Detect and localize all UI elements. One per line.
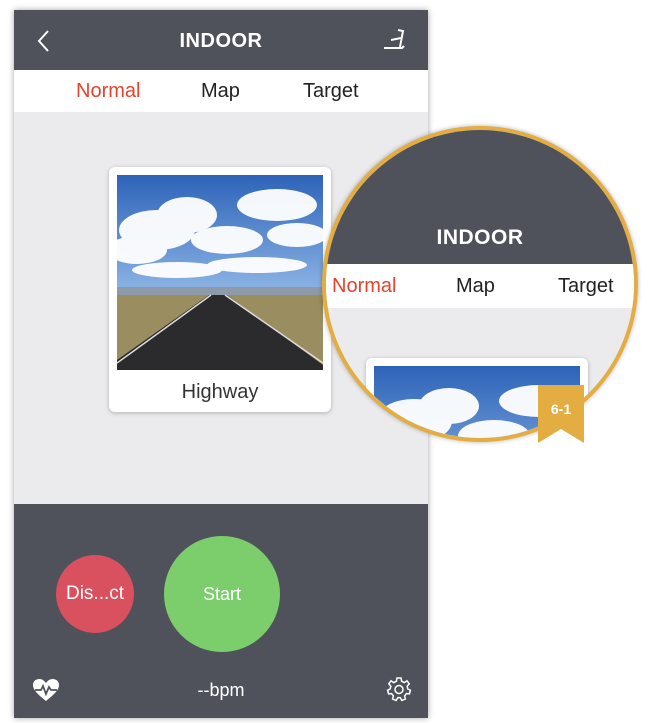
callout-tabs: Normal Map Target: [326, 264, 634, 308]
disconnect-button[interactable]: Dis...ct: [56, 555, 134, 633]
tab-target[interactable]: Target: [303, 80, 359, 103]
start-button[interactable]: Start: [164, 536, 280, 652]
route-card-highway[interactable]: Highway: [109, 167, 331, 412]
mode-tabs: Normal Map Target: [14, 70, 428, 112]
tab-normal[interactable]: Normal: [76, 80, 140, 103]
route-name: Highway: [181, 381, 259, 403]
callout-tab-target: Target: [558, 275, 614, 297]
zoom-callout: INDOOR Normal Map Target: [322, 126, 638, 442]
header-bar: INDOOR: [14, 10, 428, 70]
callout-tab-normal: Normal: [332, 275, 397, 297]
step-badge-label: 6-1: [550, 401, 572, 417]
treadmill-icon[interactable]: [382, 26, 406, 52]
tab-map[interactable]: Map: [201, 80, 240, 103]
callout-tab-map: Map: [456, 275, 495, 297]
heart-rate-readout: --bpm: [197, 680, 245, 700]
page-title: INDOOR: [179, 30, 263, 52]
gear-icon[interactable]: [386, 676, 412, 702]
callout-title: INDOOR: [436, 226, 524, 249]
highway-image: [117, 175, 323, 370]
